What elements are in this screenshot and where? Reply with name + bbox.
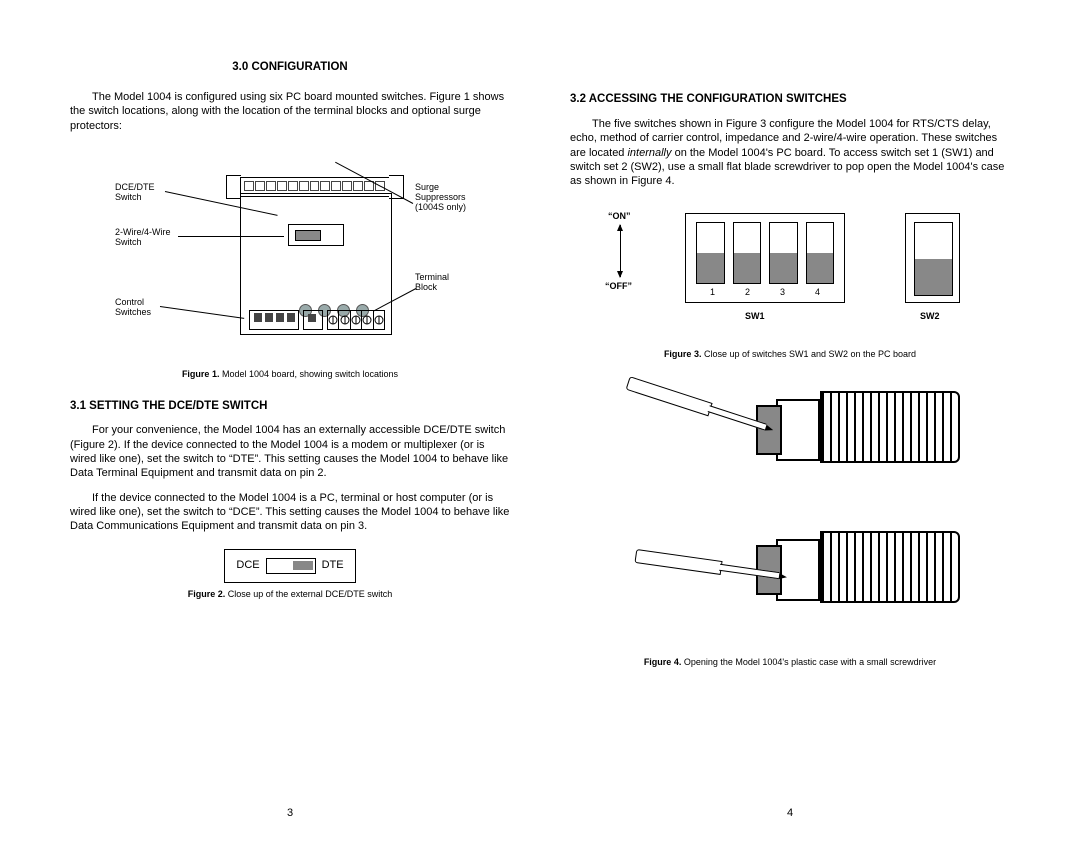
dte-label: DTE bbox=[322, 558, 344, 572]
slide-switch-icon bbox=[266, 558, 316, 574]
subsection-heading: 3.2 ACCESSING THE CONFIGURATION SWITCHES bbox=[570, 92, 1010, 107]
page-4: 3.2 ACCESSING THE CONFIGURATION SWITCHES… bbox=[570, 60, 1010, 669]
screwdriver-icon bbox=[636, 554, 765, 573]
arrow-updown-icon bbox=[620, 225, 621, 277]
section-heading: 3.0 CONFIGURATION bbox=[70, 60, 510, 75]
label-control: Control Switches bbox=[115, 298, 151, 318]
paragraph: The Model 1004 is configured using six P… bbox=[70, 90, 510, 133]
sw2-dip-icon bbox=[905, 213, 960, 303]
screwdriver-icon bbox=[628, 381, 752, 422]
leader-line bbox=[160, 306, 244, 319]
label-dce-dte: DCE/DTE Switch bbox=[115, 183, 155, 203]
ribbed-case-icon bbox=[820, 531, 960, 603]
figure-4-caption: Figure 4. Opening the Model 1004's plast… bbox=[570, 657, 1010, 669]
figure-2: DCE DTE bbox=[70, 549, 510, 583]
figure-1-caption: Figure 1. Model 1004 board, showing swit… bbox=[70, 369, 510, 381]
off-label: “OFF” bbox=[605, 281, 632, 293]
label-terminal: Terminal Block bbox=[415, 273, 449, 293]
case-body-icon bbox=[776, 399, 820, 461]
terminal-block-icon bbox=[327, 310, 385, 330]
figure-2-caption: Figure 2. Close up of the external DCE/D… bbox=[70, 589, 510, 601]
page-number-right: 4 bbox=[570, 807, 1010, 819]
label-surge: Surge Suppressors (1004S only) bbox=[415, 183, 466, 213]
figure-3: “ON” “OFF” 1234 SW1 SW2 bbox=[570, 203, 1010, 343]
sw2-label: SW2 bbox=[920, 311, 940, 323]
figure-3-caption: Figure 3. Close up of switches SW1 and S… bbox=[570, 349, 1010, 361]
case-body-icon bbox=[776, 539, 820, 601]
control-switches-icon bbox=[249, 310, 299, 330]
page-number-left: 3 bbox=[70, 807, 510, 819]
paragraph: For your convenience, the Model 1004 has… bbox=[70, 423, 510, 480]
paragraph: If the device connected to the Model 100… bbox=[70, 491, 510, 534]
on-label: “ON” bbox=[608, 211, 631, 223]
pcb-outline bbox=[240, 193, 392, 335]
sw1-numbers: 1234 bbox=[695, 287, 835, 299]
subsection-heading: 3.1 SETTING THE DCE/DTE SWITCH bbox=[70, 399, 510, 414]
dce-dte-switch-icon bbox=[288, 224, 344, 246]
leader-line bbox=[178, 236, 284, 237]
figure-1: DCE/DTE Switch 2-Wire/4-Wire Switch Cont… bbox=[70, 143, 510, 363]
figure-4 bbox=[570, 371, 1010, 651]
ribbed-case-icon bbox=[820, 391, 960, 463]
sw1-label: SW1 bbox=[745, 311, 765, 323]
sw2-icon bbox=[303, 310, 323, 330]
paragraph: The five switches shown in Figure 3 conf… bbox=[570, 117, 1010, 188]
label-2wire: 2-Wire/4-Wire Switch bbox=[115, 228, 171, 248]
page-3: 3.0 CONFIGURATION The Model 1004 is conf… bbox=[70, 60, 510, 600]
dce-label: DCE bbox=[236, 558, 259, 572]
